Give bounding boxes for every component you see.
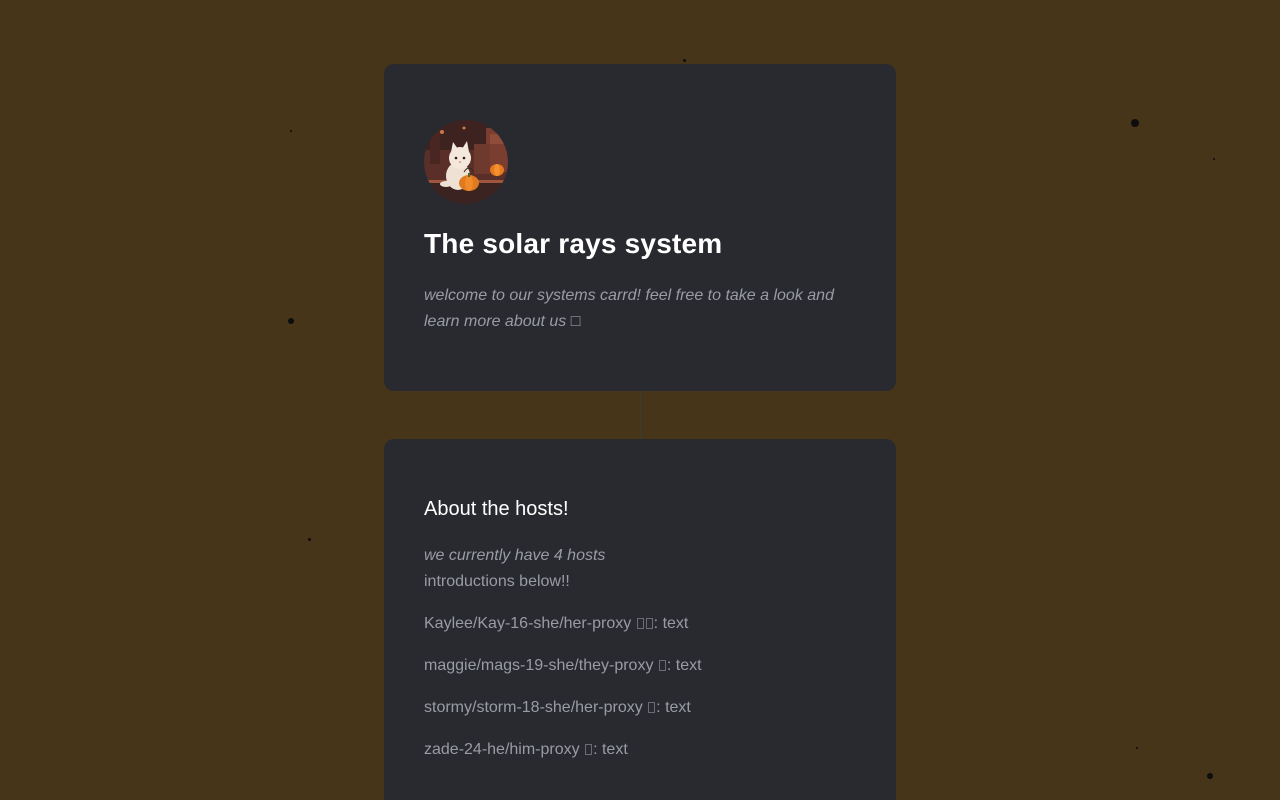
avatar-image	[424, 120, 508, 204]
background-dot	[308, 538, 311, 541]
host-label: stormy/storm-18-she/her-proxy	[424, 699, 643, 716]
host-label: zade-24-he/him-proxy	[424, 741, 580, 758]
host-label: maggie/mags-19-she/they-proxy	[424, 657, 654, 674]
host-proxy-suffix: : text	[593, 741, 628, 758]
page-subtitle: welcome to our systems carrd! feel free …	[424, 287, 834, 330]
background-dot	[683, 59, 686, 62]
hosts-heading: About the hosts!	[424, 498, 569, 520]
page: The solar rays system welcome to our sys…	[0, 0, 1280, 800]
cat-with-pumpkin-avatar	[424, 120, 508, 204]
background-dot	[1136, 747, 1138, 749]
emoji-glyph-icon	[645, 618, 653, 629]
emoji-glyph-icon	[658, 660, 666, 671]
page-title: The solar rays system	[424, 228, 723, 259]
host-proxy-suffix: : text	[656, 699, 691, 716]
background-dot	[1207, 773, 1213, 779]
hosts-count-text: we currently have 4 hosts	[424, 547, 606, 564]
host-entry: Kaylee/Kay-16-she/her-proxy : text	[424, 611, 688, 637]
emoji-glyph-icon	[648, 702, 656, 713]
card-connector-line	[640, 391, 641, 439]
background-dot	[288, 318, 294, 324]
background-dot	[1131, 119, 1139, 127]
host-entry: stormy/storm-18-she/her-proxy : text	[424, 695, 691, 721]
emoji-glyph-icon	[636, 618, 644, 629]
hosts-card: About the hosts! we currently have 4 hos…	[384, 439, 896, 800]
emoji-glyph-icon	[585, 744, 593, 755]
background-dot	[1213, 158, 1215, 160]
host-proxy-suffix: : text	[666, 657, 702, 674]
host-entry: zade-24-he/him-proxy : text	[424, 737, 628, 763]
intro-card: The solar rays system welcome to our sys…	[384, 64, 896, 391]
host-proxy-suffix: : text	[653, 615, 689, 632]
host-label: Kaylee/Kay-16-she/her-proxy	[424, 615, 632, 632]
background-dot	[290, 130, 292, 132]
host-entry: maggie/mags-19-she/they-proxy : text	[424, 653, 702, 679]
hosts-intro-text: introductions below!!	[424, 573, 570, 590]
